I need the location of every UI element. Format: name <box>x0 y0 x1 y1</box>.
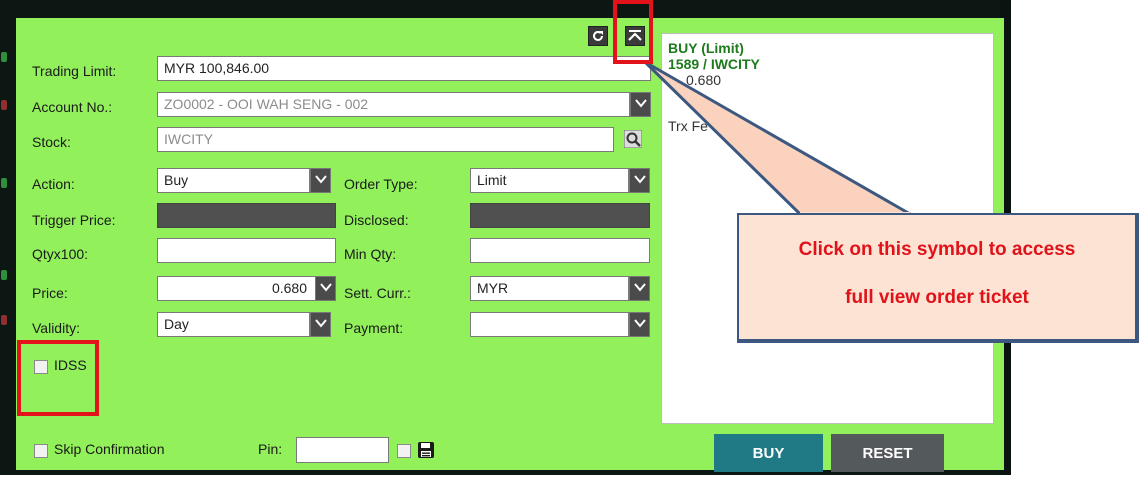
callout-line-1: Click on this symbol to access <box>798 239 1076 260</box>
collapse-icon-highlight-box <box>613 0 653 64</box>
callout-box: Click on this symbol to access full view… <box>737 213 1139 343</box>
callout-line-2: full view order ticket <box>845 287 1029 308</box>
